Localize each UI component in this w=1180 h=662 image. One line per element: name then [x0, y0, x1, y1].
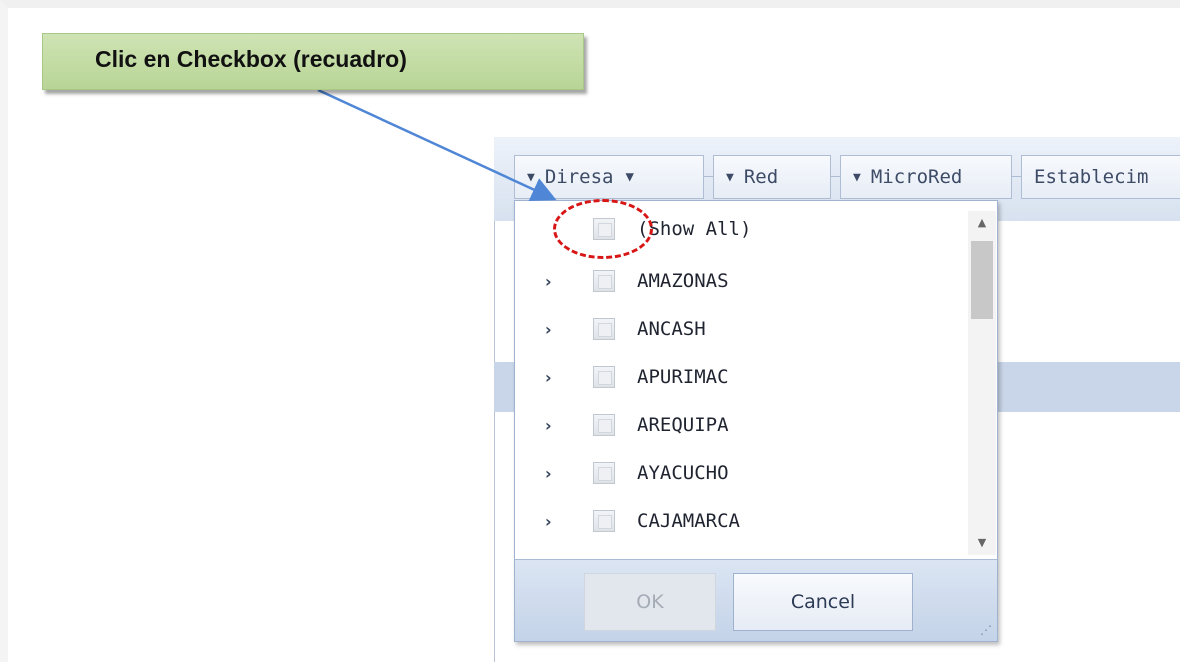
field-microred-label: MicroRed	[870, 166, 963, 188]
dropdown-footer: OK Cancel ⋰	[515, 559, 997, 641]
chevron-down-icon: ▼	[853, 169, 861, 185]
vertical-scrollbar[interactable]: ▲ ▼	[968, 211, 996, 555]
chevron-down-icon: ▼	[527, 169, 535, 185]
filter-icon: ▼	[625, 169, 634, 185]
field-diresa-label: Diresa	[544, 166, 614, 188]
ok-button[interactable]: OK	[584, 573, 716, 631]
show-all-label: (Show All)	[637, 218, 752, 240]
item-checkbox[interactable]	[593, 462, 615, 484]
chevron-right-icon[interactable]: ›	[545, 368, 552, 387]
chevron-right-icon[interactable]: ›	[545, 512, 552, 531]
list-item[interactable]: › AYACUCHO	[515, 449, 967, 497]
item-label: AREQUIPA	[637, 414, 729, 436]
resize-grip-icon[interactable]: ⋰	[980, 623, 992, 637]
item-label: CAJAMARCA	[637, 510, 740, 532]
chevron-right-icon[interactable]: ›	[545, 272, 552, 291]
field-microred[interactable]: ▼ MicroRed	[840, 155, 1012, 199]
scroll-down-icon[interactable]: ▼	[968, 531, 996, 555]
item-checkbox[interactable]	[593, 510, 615, 532]
scroll-thumb[interactable]	[971, 241, 993, 319]
item-label: APURIMAC	[637, 366, 729, 388]
field-establecimiento-label: Establecim	[1034, 166, 1149, 188]
chevron-right-icon[interactable]: ›	[545, 320, 552, 339]
field-diresa[interactable]: ▼ Diresa ▼	[514, 155, 704, 199]
chevron-right-icon[interactable]: ›	[545, 416, 552, 435]
item-checkbox[interactable]	[593, 366, 615, 388]
list-item[interactable]: › CAJAMARCA	[515, 497, 967, 545]
chevron-right-icon[interactable]: ›	[545, 464, 552, 483]
item-checkbox[interactable]	[593, 414, 615, 436]
list-item[interactable]: › AREQUIPA	[515, 401, 967, 449]
list-item[interactable]: › ANCASH	[515, 305, 967, 353]
item-checkbox[interactable]	[593, 270, 615, 292]
highlight-circle	[553, 199, 653, 259]
callout-label: Clic en Checkbox (recuadro)	[42, 33, 584, 90]
chevron-down-icon: ▼	[726, 169, 734, 185]
item-checkbox[interactable]	[593, 318, 615, 340]
list-item[interactable]: › AMAZONAS	[515, 257, 967, 305]
item-label: ANCASH	[637, 318, 706, 340]
item-label: AYACUCHO	[637, 462, 729, 484]
cancel-button[interactable]: Cancel	[733, 573, 913, 631]
field-establecimiento[interactable]: Establecim	[1021, 155, 1180, 199]
scroll-up-icon[interactable]: ▲	[968, 211, 996, 235]
list-item[interactable]: › APURIMAC	[515, 353, 967, 401]
item-label: AMAZONAS	[637, 270, 729, 292]
filter-dropdown: (Show All) › AMAZONAS › ANCASH › APURIMA…	[514, 200, 998, 642]
field-red[interactable]: ▼ Red	[713, 155, 831, 199]
field-red-label: Red	[743, 166, 779, 188]
